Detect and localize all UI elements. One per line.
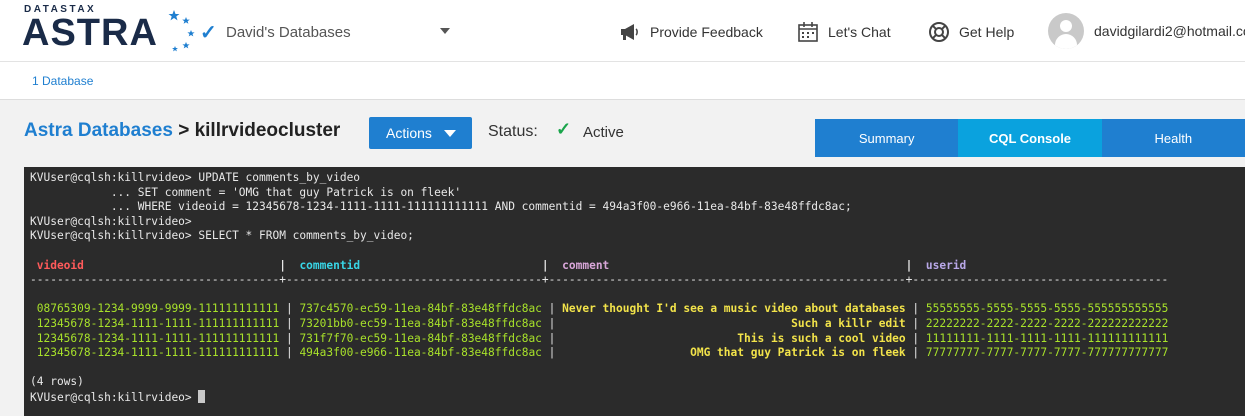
actions-button[interactable]: Actions <box>369 117 472 149</box>
avatar-head <box>1060 20 1072 32</box>
table-cell-commentid: 73201bb0-ec59-11ea-84bf-83e48ffdc8ac <box>299 316 542 330</box>
table-cell-userid: 11111111-1111-1111-1111-111111111111 <box>925 331 1169 345</box>
table-row: 12345678-1234-1111-1111-111111111111 | 7… <box>30 316 1169 330</box>
chevron-down-icon <box>444 130 456 137</box>
console-line: KVUser@cqlsh:killrvideo> SELECT * FROM c… <box>30 229 414 243</box>
prompt-text: KVUser@cqlsh:killrvideo> <box>30 390 192 404</box>
table-cell-userid: 55555555-5555-5555-5555-555555555555 <box>925 302 1169 316</box>
result-header-row: videoid | commentid | comment | userid <box>30 258 967 272</box>
databases-count-link[interactable]: 1 Database <box>32 74 93 88</box>
table-row: 08765309-1234-9999-9999-111111111111 | 7… <box>30 302 1169 316</box>
tab-cql-console[interactable]: CQL Console <box>958 119 1102 157</box>
database-selector[interactable]: ✓ David's Databases <box>200 18 456 46</box>
table-cell-videoid: 08765309-1234-9999-9999-111111111111 <box>30 302 280 316</box>
avatar-body <box>1055 34 1077 49</box>
console-line: ... SET comment = 'OMG that guy Patrick … <box>30 185 462 199</box>
status-check-icon: ✓ <box>556 119 572 139</box>
table-cell-comment: This is such a cool video <box>562 331 906 345</box>
chevron-down-icon <box>440 28 450 34</box>
user-email[interactable]: davidgilardi2@hotmail.com <box>1094 23 1245 39</box>
megaphone-icon <box>616 20 644 44</box>
breadcrumb-bar: 1 Database <box>0 62 1245 100</box>
table-cell-userid: 77777777-7777-7777-7777-777777777777 <box>925 346 1169 360</box>
database-selector-label: David's Databases <box>226 23 351 41</box>
page-title: Astra Databases > killrvideocluster <box>24 120 340 142</box>
stars-icon <box>168 10 195 52</box>
calendar-icon <box>794 20 822 44</box>
checkmark-icon: ✓ <box>200 21 217 44</box>
table-row: 12345678-1234-1111-1111-111111111111 | 4… <box>30 346 1169 360</box>
provide-feedback-label: Provide Feedback <box>650 24 763 40</box>
table-cell-comment: Such a killr edit <box>562 316 906 330</box>
lets-chat-label: Let's Chat <box>828 24 891 40</box>
actions-button-label: Actions <box>386 125 432 141</box>
table-cell-commentid: 494a3f00-e966-11ea-84bf-83e48ffdc8ac <box>299 346 542 360</box>
database-title-row: Astra Databases > killrvideocluster Acti… <box>0 100 1245 166</box>
row-count: (4 rows) <box>30 375 84 389</box>
cql-console[interactable]: KVUser@cqlsh:killrvideo> UPDATE comments… <box>24 167 1245 416</box>
console-line: ... WHERE videoid = 12345678-1234-1111-1… <box>30 200 852 214</box>
status-value: Active <box>583 124 624 141</box>
col-header-comment: comment <box>555 258 899 272</box>
table-cell-videoid: 12345678-1234-1111-1111-111111111111 <box>30 316 280 330</box>
breadcrumb-separator: > <box>172 120 195 141</box>
logo-astra-text: ASTRA <box>22 12 158 54</box>
avatar[interactable] <box>1048 13 1084 49</box>
database-tabs: Summary CQL Console Health <box>815 119 1245 157</box>
table-cell-comment: Never thought I'd see a music video abou… <box>562 302 906 316</box>
provide-feedback-link[interactable]: Provide Feedback <box>616 18 763 46</box>
console-line: KVUser@cqlsh:killrvideo> UPDATE comments… <box>30 171 361 184</box>
lifebuoy-icon <box>925 20 953 44</box>
result-rows: 08765309-1234-9999-9999-111111111111 | 7… <box>30 302 1245 360</box>
table-cell-comment: OMG that guy Patrick is on fleek <box>562 346 906 360</box>
table-row: 12345678-1234-1111-1111-111111111111 | 7… <box>30 331 1169 345</box>
lets-chat-link[interactable]: Let's Chat <box>794 18 891 46</box>
col-header-userid: userid <box>919 258 967 272</box>
status-label: Status: <box>488 123 538 140</box>
top-header: DATASTAX ASTRA ✓ David's Databases Provi… <box>0 0 1245 62</box>
table-cell-userid: 22222222-2222-2222-2222-222222222222 <box>925 316 1169 330</box>
col-header-videoid: videoid <box>30 258 273 272</box>
database-name: killrvideocluster <box>194 120 341 141</box>
astra-logo[interactable]: DATASTAX ASTRA <box>22 4 195 58</box>
text-cursor <box>198 389 206 403</box>
get-help-label: Get Help <box>959 24 1015 40</box>
table-cell-videoid: 12345678-1234-1111-1111-111111111111 <box>30 331 280 345</box>
breadcrumb-astra-databases[interactable]: Astra Databases <box>24 120 173 141</box>
get-help-link[interactable]: Get Help <box>925 18 1014 46</box>
col-header-commentid: commentid <box>292 258 536 272</box>
table-cell-commentid: 731f7f70-ec59-11ea-84bf-83e48ffdc8ac <box>299 331 542 345</box>
console-line: KVUser@cqlsh:killrvideo> <box>30 214 192 228</box>
tab-summary[interactable]: Summary <box>815 119 959 157</box>
tab-health[interactable]: Health <box>1101 119 1245 157</box>
console-prompt[interactable]: KVUser@cqlsh:killrvideo> <box>30 389 1245 405</box>
table-cell-commentid: 737c4570-ec59-11ea-84bf-83e48ffdc8ac <box>299 302 542 316</box>
table-cell-videoid: 12345678-1234-1111-1111-111111111111 <box>30 346 280 360</box>
result-separator: -------------------------------------+--… <box>30 273 1169 287</box>
